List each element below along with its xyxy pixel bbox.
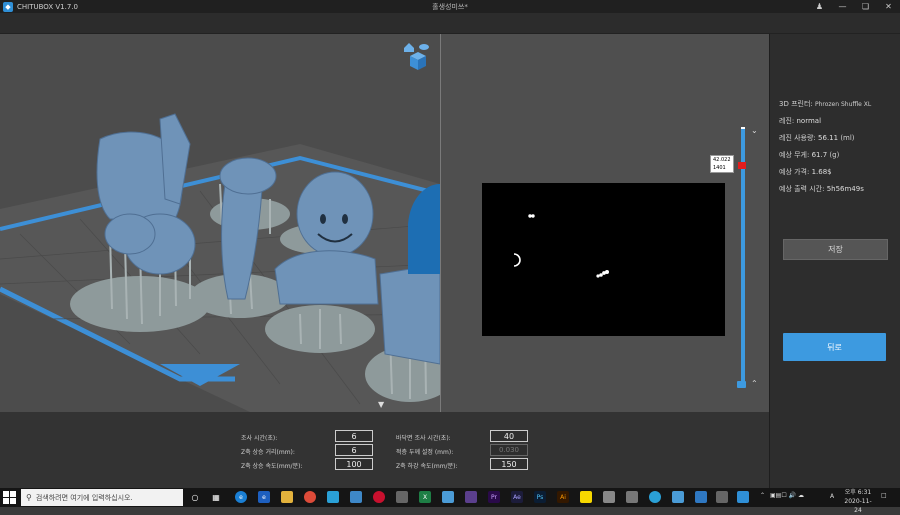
app-round-icon[interactable] bbox=[649, 491, 661, 503]
ie-icon[interactable]: e bbox=[258, 491, 270, 503]
model-cup bbox=[104, 213, 156, 255]
weight-unit: (g) bbox=[829, 151, 840, 159]
time-value: 5h56m49s bbox=[826, 185, 864, 193]
layer-up-chevron-icon[interactable]: ⌄ bbox=[751, 126, 758, 135]
taskbar-search-placeholder: 검색하려면 여기에 입력하십시오. bbox=[35, 493, 133, 502]
app-character-icon[interactable] bbox=[626, 491, 638, 503]
model-head bbox=[296, 171, 374, 257]
tray-app-icons[interactable]: ▣▤☐ 🔊 ☁ bbox=[770, 492, 804, 499]
illustrator-icon[interactable]: Ai bbox=[557, 491, 569, 503]
model-cap bbox=[219, 157, 277, 195]
layer-slider-handle[interactable] bbox=[738, 162, 746, 169]
windows-taskbar: ⚲ 검색하려면 여기에 입력하십시오. ○ ▦ e e X Pr Ae Ps A… bbox=[0, 488, 900, 514]
eye-icon[interactable] bbox=[419, 44, 429, 50]
lift-speed-label: Z축 상승 속도(mm/분): bbox=[241, 463, 303, 470]
minimize-icon[interactable]: — bbox=[831, 0, 854, 13]
model-shoe bbox=[274, 250, 379, 305]
collapse-down-icon[interactable]: ▼ bbox=[378, 400, 384, 409]
app-light-blue-icon[interactable] bbox=[442, 491, 454, 503]
volume-unit: (ml) bbox=[840, 134, 855, 142]
save-button[interactable]: 저장 bbox=[783, 239, 888, 260]
app-purple-icon[interactable] bbox=[465, 491, 477, 503]
toolbar bbox=[0, 13, 900, 34]
close-icon[interactable]: ✕ bbox=[877, 0, 900, 13]
bottom-exposure-input[interactable]: 40 bbox=[490, 430, 528, 442]
volume-label: 레진 사용량: bbox=[779, 134, 816, 142]
retract-speed-input[interactable]: 150 bbox=[490, 458, 528, 470]
price-label: 예상 가격: bbox=[779, 168, 810, 176]
printer-label: 3D 프린터: bbox=[779, 100, 813, 108]
app-figure-icon[interactable] bbox=[603, 491, 615, 503]
file-explorer-icon[interactable] bbox=[281, 491, 293, 503]
lift-speed-input[interactable]: 100 bbox=[335, 458, 373, 470]
print-parameters-panel: 조사 시간(초): 6 바닥면 조사 시간(초): 40 Z축 상승 거리(mm… bbox=[0, 412, 769, 488]
3d-viewport[interactable]: ▼ bbox=[0, 34, 440, 412]
windows-start-icon[interactable] bbox=[3, 491, 16, 504]
document-title: 홀생성미쓰* bbox=[432, 3, 468, 11]
layer-height-value: 42.022 bbox=[713, 157, 731, 163]
app-bird-icon[interactable] bbox=[327, 491, 339, 503]
notification-icon[interactable]: □ bbox=[881, 492, 887, 499]
app-image-icon[interactable] bbox=[695, 491, 707, 503]
cortana-icon[interactable]: ○ bbox=[189, 491, 201, 503]
home-icon[interactable] bbox=[404, 43, 414, 52]
weight-label: 예상 무게: bbox=[779, 151, 810, 159]
restore-icon[interactable]: ❏ bbox=[854, 0, 877, 13]
search-icon: ⚲ bbox=[26, 493, 32, 502]
input-language-indicator[interactable]: A bbox=[830, 493, 834, 500]
resin-value: normal bbox=[796, 117, 822, 125]
excel-icon[interactable]: X bbox=[419, 491, 431, 503]
photoshop-icon[interactable]: Ps bbox=[534, 491, 546, 503]
layer-thickness-label: 적층 두께 설정 (mm): bbox=[396, 449, 454, 456]
task-view-icon[interactable]: ▦ bbox=[210, 491, 222, 503]
slice-layer-shapes bbox=[513, 214, 609, 278]
layer-slider-bottom-handle[interactable] bbox=[737, 381, 746, 388]
layer-index-value: 1401 bbox=[713, 165, 726, 171]
slice-preview-panel: ⌄ 42.022 1401 ⌃ bbox=[441, 34, 769, 412]
resin-label: 레진: bbox=[779, 117, 795, 125]
clock-date: 2020-11-24 bbox=[844, 498, 872, 514]
exposure-time-label: 조사 시간(초): bbox=[241, 435, 278, 442]
bottom-exposure-label: 바닥면 조사 시간(초): bbox=[396, 435, 451, 442]
volume-value: 56.11 bbox=[818, 134, 839, 142]
user-icon[interactable]: ♟ bbox=[808, 0, 831, 13]
app-red-icon[interactable] bbox=[373, 491, 385, 503]
after-effects-icon[interactable]: Ae bbox=[511, 491, 523, 503]
printer-value: Phrozen Shuffle XL bbox=[814, 101, 872, 108]
tray-chevron-icon[interactable]: ⌃ bbox=[760, 492, 765, 499]
title-bar: ◆ CHITUBOX V1.7.0 홀생성미쓰* ♟ — ❏ ✕ bbox=[0, 0, 900, 13]
chitubox-logo-icon: ◆ bbox=[3, 1, 13, 12]
lift-distance-input[interactable]: 6 bbox=[335, 444, 373, 456]
price-value: 1.68$ bbox=[811, 168, 832, 176]
taskbar-search-box[interactable]: ⚲ 검색하려면 여기에 입력하십시오. bbox=[21, 489, 183, 506]
model-boot bbox=[379, 263, 440, 365]
app-title: CHITUBOX V1.7.0 bbox=[17, 2, 78, 11]
layer-tooltip: 42.022 1401 bbox=[710, 155, 734, 173]
app-blue-icon[interactable] bbox=[350, 491, 362, 503]
retract-speed-label: Z축 하강 속도(mm/분): bbox=[396, 463, 458, 470]
clock-time: 오후 6:31 bbox=[844, 489, 872, 496]
premiere-icon[interactable]: Pr bbox=[488, 491, 500, 503]
time-label: 예상 출력 시간: bbox=[779, 185, 825, 193]
app-dark-icon[interactable] bbox=[716, 491, 728, 503]
exposure-time-input[interactable]: 6 bbox=[335, 430, 373, 442]
weight-value: 61.7 bbox=[811, 151, 828, 159]
app-globe-icon[interactable] bbox=[672, 491, 684, 503]
view-cube-icon[interactable] bbox=[410, 52, 426, 70]
back-button[interactable]: 뒤로 bbox=[783, 333, 886, 361]
right-info-panel: 3D 프린터: Phrozen Shuffle XL 레진: normal 레진… bbox=[769, 34, 900, 488]
kakaotalk-icon[interactable] bbox=[580, 491, 592, 503]
chitubox-taskbar-icon[interactable] bbox=[737, 491, 749, 503]
chrome-icon[interactable] bbox=[304, 491, 316, 503]
lift-distance-label: Z축 상승 거리(mm): bbox=[241, 449, 295, 456]
app-gray-icon[interactable] bbox=[396, 491, 408, 503]
layer-down-chevron-icon[interactable]: ⌃ bbox=[751, 379, 758, 388]
edge-icon[interactable]: e bbox=[235, 491, 247, 503]
slice-image bbox=[482, 183, 725, 336]
3d-scene bbox=[0, 43, 440, 412]
clock[interactable]: 오후 6:31 2020-11-24 bbox=[841, 488, 875, 515]
layer-thickness-input: 0.030 bbox=[490, 444, 528, 456]
